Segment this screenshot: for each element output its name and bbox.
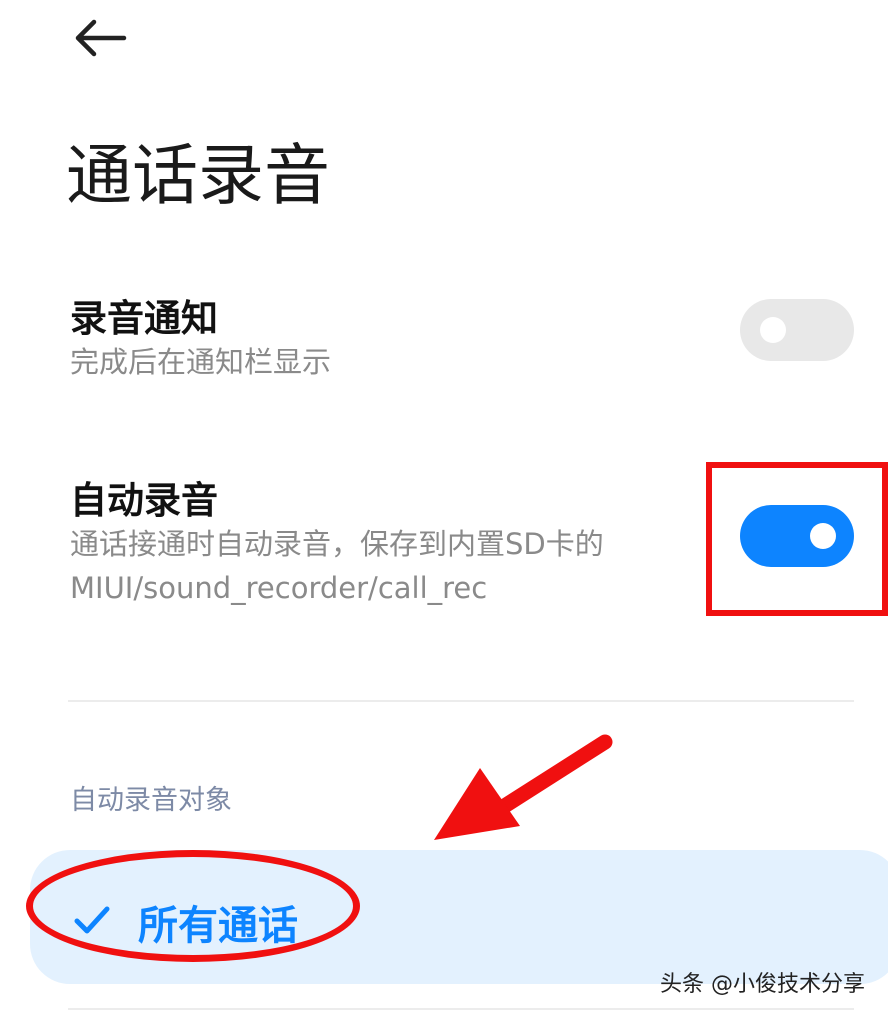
annotation-highlight-box xyxy=(706,462,888,616)
notify-toggle[interactable] xyxy=(740,299,854,361)
notify-setting-title: 录音通知 xyxy=(70,297,218,340)
arrow-left-icon xyxy=(75,19,127,57)
watermark: 头条 @小俊技术分享 xyxy=(660,972,865,997)
divider xyxy=(68,1008,854,1010)
page-title: 通话录音 xyxy=(66,137,330,214)
auto-record-title: 自动录音 xyxy=(70,479,218,522)
auto-record-subtitle-line1: 通话接通时自动录音，保存到内置SD卡的 xyxy=(70,527,604,561)
section-label: 自动录音对象 xyxy=(70,785,232,816)
auto-record-subtitle-line2: MIUI/sound_recorder/call_rec xyxy=(70,571,488,605)
toggle-knob xyxy=(760,317,786,343)
divider xyxy=(68,700,854,702)
annotation-highlight-ellipse xyxy=(26,850,360,962)
notify-setting-subtitle: 完成后在通知栏显示 xyxy=(70,345,332,379)
back-button[interactable] xyxy=(68,14,130,62)
annotation-arrow-icon xyxy=(434,734,613,840)
